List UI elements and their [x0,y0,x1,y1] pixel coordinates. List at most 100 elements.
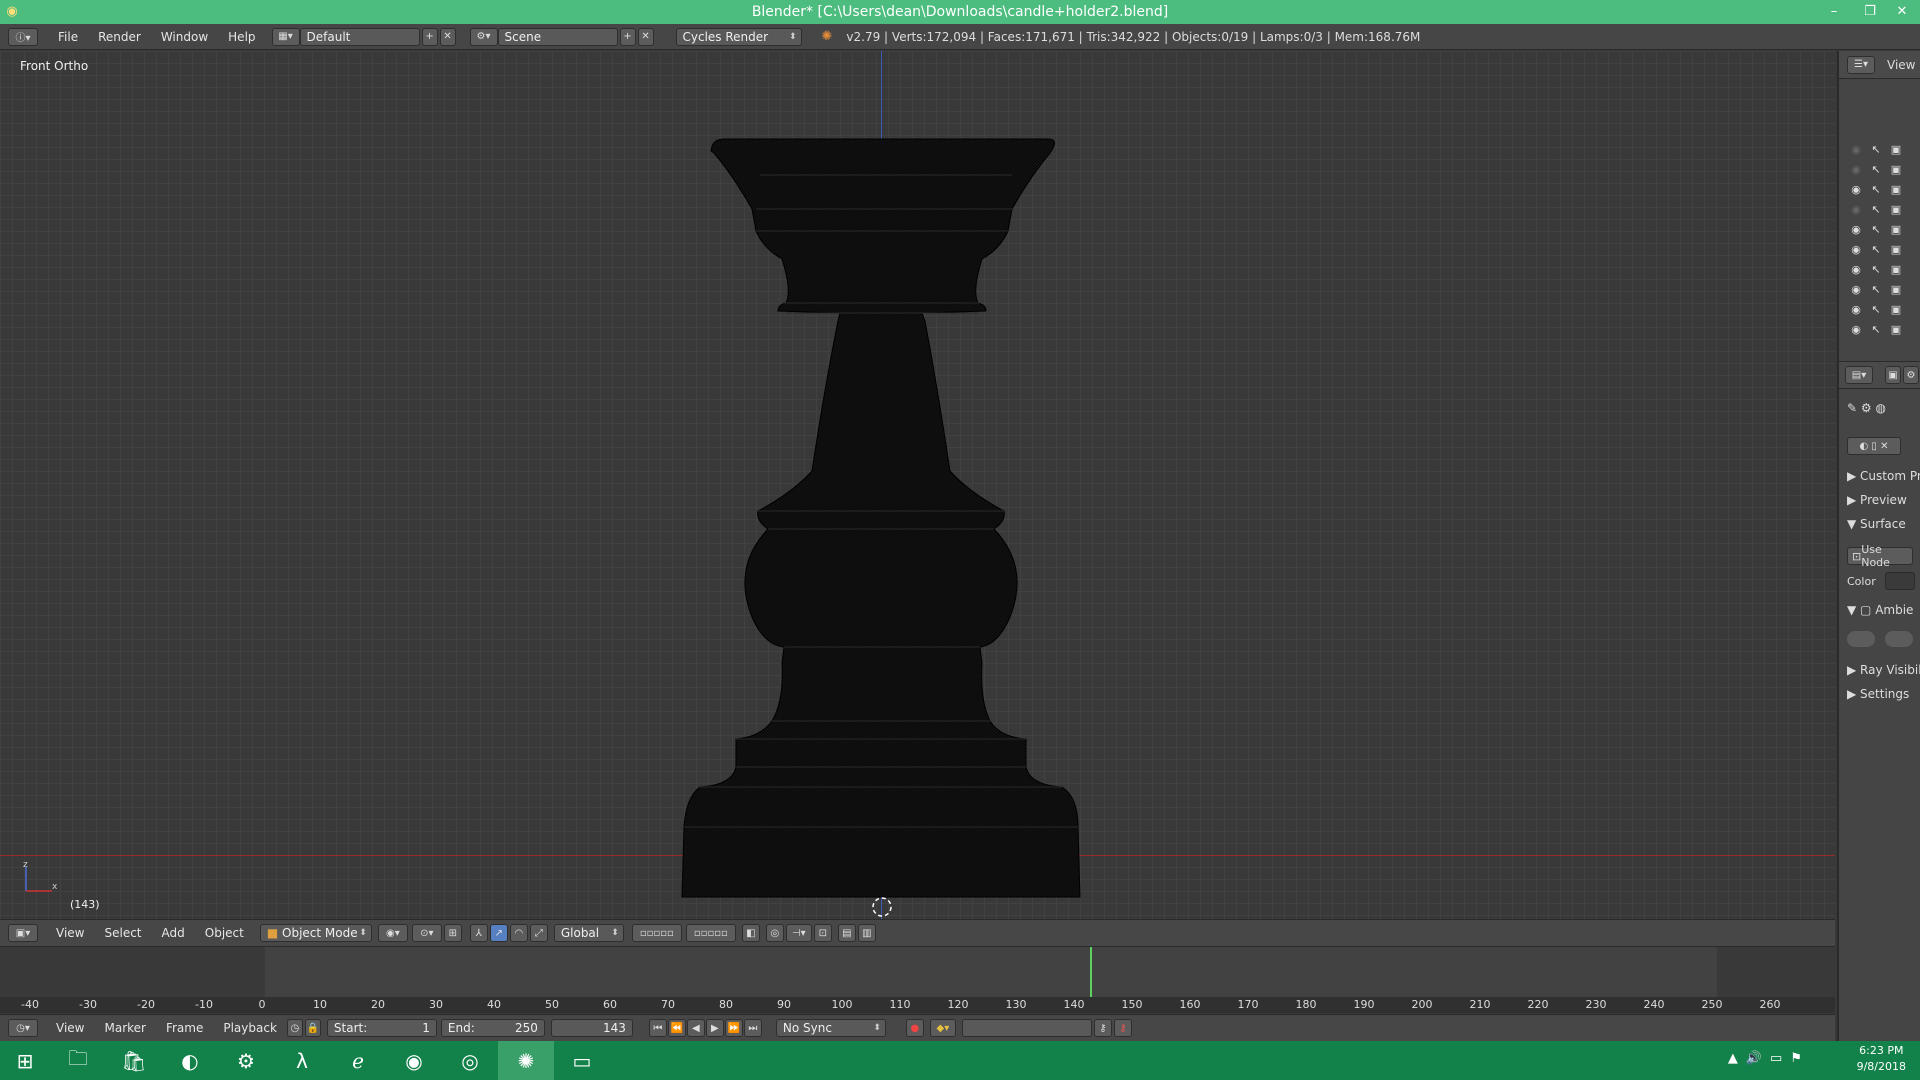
eye-icon[interactable]: ◉ [1849,143,1863,156]
firefox-icon[interactable]: ◐ [162,1041,218,1080]
render-engine-dropdown[interactable]: Cycles Render ⬍ [675,27,802,46]
render-tab-icon[interactable]: ▣ [1885,366,1901,384]
record-icon[interactable]: ● [905,1019,924,1037]
keying-set-field[interactable] [961,1019,1092,1037]
menu-add[interactable]: Add [152,926,195,940]
file-explorer-icon[interactable]: 🗀 [50,1041,106,1080]
system-tray-icons[interactable]: ▲🔊▭⚑ [1728,1051,1810,1066]
timeline-ruler[interactable]: -40 -30 -20 -10 0 10 20 30 40 50 60 70 80 90 100 110 120… [0,997,1835,1013]
menu-select[interactable]: Select [94,926,151,940]
candle-holder-mesh[interactable] [660,91,1110,919]
jump-end-icon[interactable]: ⏭ [743,1019,762,1037]
screen-layout-field[interactable]: Default [299,27,420,46]
select-cursor-icon[interactable]: ↖ [1869,323,1883,336]
preview-range-icon[interactable]: ◷ [286,1019,303,1037]
menu-view-timeline[interactable]: View [46,1021,94,1035]
panel-surface[interactable]: ▼ Surface [1847,517,1906,531]
outliner-row[interactable]: ◉ ↖ ▣ [1839,179,1920,199]
translate-icon[interactable]: ↗ [489,924,508,942]
scene-icon[interactable]: ⚙▾ [469,27,498,46]
outliner-row[interactable]: ◉ ↖ ▣ [1839,139,1920,159]
clock[interactable]: 6:23 PM 9/8/2018 [1857,1043,1906,1075]
render-preview-icon[interactable]: ▤ [837,924,856,942]
properties-context-icons[interactable]: ✎ ⚙ ◍ [1847,401,1886,415]
render-camera-icon[interactable]: ▣ [1889,183,1903,196]
eye-icon[interactable]: ◉ [1849,183,1863,196]
color-swatch[interactable] [1885,572,1915,590]
maximize-button[interactable]: ❐ [1856,0,1884,24]
eye-icon[interactable]: ◉ [1849,163,1863,176]
scene-field[interactable]: Scene [497,27,618,46]
render-camera-icon[interactable]: ▣ [1889,163,1903,176]
eye-icon[interactable]: ◉ [1849,303,1863,316]
panel-settings[interactable]: ▶ Settings [1847,687,1909,701]
menu-help[interactable]: Help [218,30,265,44]
delete-keyframe-icon[interactable]: ⚷ [1113,1019,1132,1037]
select-cursor-icon[interactable]: ↖ [1869,183,1883,196]
snap-element-icon[interactable]: ⊣▾ [785,924,812,942]
editor-type-info-icon[interactable]: ⓘ▾ [8,27,38,46]
render-animation-icon[interactable]: ▥ [857,924,876,942]
menu-frame[interactable]: Frame [156,1021,213,1035]
select-cursor-icon[interactable]: ↖ [1869,203,1883,216]
eye-icon[interactable]: ◉ [1849,323,1863,336]
jump-key-back-icon[interactable]: ⏪ [667,1019,686,1037]
keying-set-icon[interactable]: ◆▾ [929,1019,956,1037]
scene-tab-icon[interactable]: ⚙ [1903,366,1919,384]
rotate-icon[interactable]: ◠ [509,924,528,942]
scale-icon[interactable]: ⤢ [529,924,548,942]
play-reverse-icon[interactable]: ◀ [686,1019,705,1037]
ao-distance-slider[interactable] [1885,631,1913,647]
select-cursor-icon[interactable]: ↖ [1869,283,1883,296]
render-camera-icon[interactable]: ▣ [1889,223,1903,236]
manipulator-toggle-icon[interactable]: ⊞ [443,924,462,942]
playhead-cursor[interactable] [1090,947,1093,997]
outliner-row[interactable]: ◉ ↖ ▣ [1839,199,1920,219]
outliner-row[interactable]: ◉ ↖ ▣ [1839,239,1920,259]
orientation-dropdown[interactable]: Global ⬍ [553,924,624,942]
select-cursor-icon[interactable]: ↖ [1869,223,1883,236]
layers-grid-2[interactable]: ▫▫▫▫▫ [685,924,736,942]
eye-icon[interactable]: ◉ [1849,203,1863,216]
menu-render[interactable]: Render [88,30,151,44]
render-camera-icon[interactable]: ▣ [1889,323,1903,336]
render-camera-icon[interactable]: ▣ [1889,243,1903,256]
pivot-point-icon[interactable]: ⊙▾ [411,924,442,942]
editor-type-timeline-icon[interactable]: ◷▾ [8,1019,38,1037]
outliner-row[interactable]: ◉ ↖ ▣ [1839,319,1920,339]
outliner-row[interactable]: ◉ ↖ ▣ [1839,259,1920,279]
outliner-row[interactable]: ◉ ↖ ▣ [1839,159,1920,179]
sync-dropdown[interactable]: No Sync ⬍ [775,1019,886,1037]
outliner-row[interactable]: ◉ ↖ ▣ [1839,299,1920,319]
panel-custom-properties[interactable]: ▶ Custom Pr [1847,469,1920,483]
render-camera-icon[interactable]: ▣ [1889,143,1903,156]
windows-start-icon[interactable]: ⊞ [0,1041,50,1080]
select-cursor-icon[interactable]: ↖ [1869,163,1883,176]
eye-icon[interactable]: ◉ [1849,263,1863,276]
panel-ambient-occlusion[interactable]: ▼ ▢ Ambie [1847,603,1913,617]
mode-dropdown[interactable]: ■ Object Mode ⬍ [259,924,372,942]
menu-playback[interactable]: Playback [213,1021,287,1035]
end-frame-field[interactable]: End: 250 [440,1019,545,1037]
steam-icon[interactable]: ⚙ [218,1041,274,1080]
minimize-button[interactable]: – [1820,0,1848,24]
outliner-row[interactable]: ◉ ↖ ▣ [1839,219,1920,239]
render-camera-icon[interactable]: ▣ [1889,203,1903,216]
add-scene-icon[interactable]: + [619,27,636,46]
world-selector[interactable]: ◐ ▯ ✕ [1847,437,1901,455]
window-app-icon[interactable]: ▭ [554,1041,610,1080]
eye-icon[interactable]: ◉ [1849,223,1863,236]
internet-explorer-icon[interactable]: ℯ [330,1041,386,1080]
store-icon[interactable]: 🛍 [106,1041,162,1080]
3d-viewport[interactable]: Front Ortho z x (143) [0,51,1835,919]
menu-view[interactable]: View [46,926,94,940]
half-life-icon[interactable]: λ [274,1041,330,1080]
jump-start-icon[interactable]: ⏮ [648,1019,667,1037]
render-camera-icon[interactable]: ▣ [1889,303,1903,316]
editor-type-3d-icon[interactable]: ▣▾ [8,924,38,942]
eye-icon[interactable]: ◉ [1849,243,1863,256]
outliner-row[interactable]: ◉ ↖ ▣ [1839,279,1920,299]
render-camera-icon[interactable]: ▣ [1889,263,1903,276]
select-cursor-icon[interactable]: ↖ [1869,143,1883,156]
lock-range-icon[interactable]: 🔒 [304,1019,321,1037]
